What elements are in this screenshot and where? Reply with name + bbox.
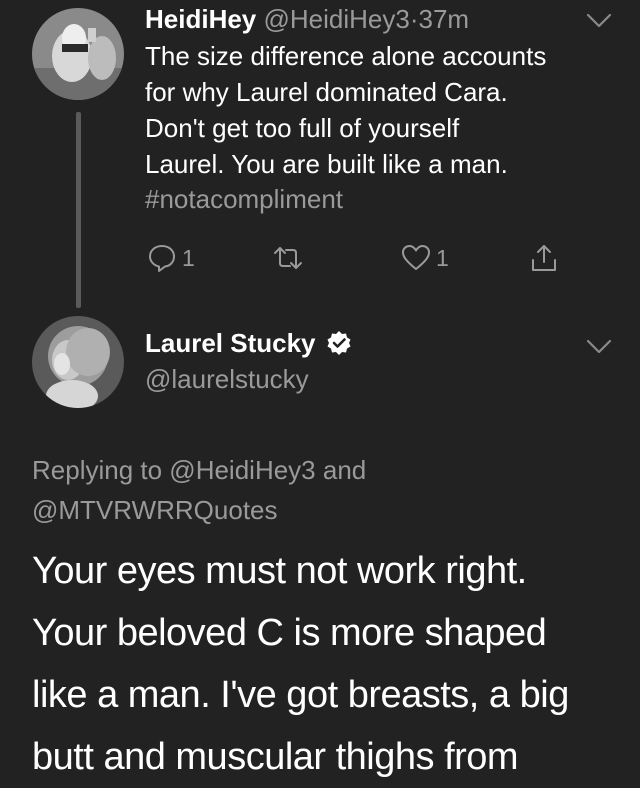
tweet-actions-bar: 1 1 <box>0 240 640 276</box>
separator-dot: · <box>409 4 419 34</box>
tweet-text-line: Your beloved C is more shaped <box>32 612 547 654</box>
chevron-down-icon[interactable] <box>586 338 612 356</box>
hashtag-link[interactable]: #notacompliment <box>145 181 343 217</box>
display-name[interactable]: Laurel Stucky <box>145 326 316 360</box>
tweet-text-line: for why Laurel dominated Cara. <box>145 77 508 107</box>
reply-count: 1 <box>182 244 195 271</box>
retweet-button[interactable] <box>272 240 308 276</box>
user-handle[interactable]: @laurelstucky <box>145 362 309 396</box>
tweet-text-line: like a man. I've got breasts, a big <box>32 674 569 716</box>
tweet-text-line: Laurel. You are built like a man. <box>145 149 508 179</box>
replying-to-context[interactable]: Replying to @HeidiHey3 and @MTVRWRRQuote… <box>32 450 622 530</box>
reply-tweet-name-line: Laurel Stucky <box>145 326 352 360</box>
thread-connector-line <box>76 112 81 308</box>
laurelstucky-avatar[interactable] <box>32 316 124 408</box>
reply-tweet-text: Your eyes must not work right. Your belo… <box>32 540 632 788</box>
tweet-time[interactable]: 37m <box>419 4 470 34</box>
parent-tweet-text: The size difference alone accounts for w… <box>145 38 625 182</box>
heart-icon <box>400 242 432 274</box>
like-button[interactable]: 1 <box>400 240 449 276</box>
retweet-icon <box>272 242 304 274</box>
share-button[interactable] <box>528 240 560 276</box>
reply-button[interactable]: 1 <box>146 240 195 276</box>
heidihey-avatar[interactable] <box>32 8 124 100</box>
tweet-text-line: Your eyes must not work right. <box>32 550 527 592</box>
reply-icon <box>146 242 178 274</box>
tweet-text-line: butt and muscular thighs from <box>32 736 519 778</box>
parent-tweet[interactable]: HeidiHey @HeidiHey3·37m The size differe… <box>0 0 640 310</box>
chevron-down-icon[interactable] <box>586 12 612 30</box>
tweet-text-line: Don't get too full of yourself <box>145 113 460 143</box>
tweet-text-line: The size difference alone accounts <box>145 41 547 71</box>
verified-badge-icon <box>326 330 352 356</box>
user-handle[interactable]: @HeidiHey3 <box>264 4 410 34</box>
display-name[interactable]: HeidiHey <box>145 4 256 34</box>
replying-to-line: @MTVRWRRQuotes <box>32 495 278 525</box>
like-count: 1 <box>436 244 449 271</box>
parent-tweet-header: HeidiHey @HeidiHey3·37m <box>145 4 469 34</box>
share-icon <box>528 242 560 274</box>
replying-to-line: Replying to @HeidiHey3 and <box>32 455 367 485</box>
